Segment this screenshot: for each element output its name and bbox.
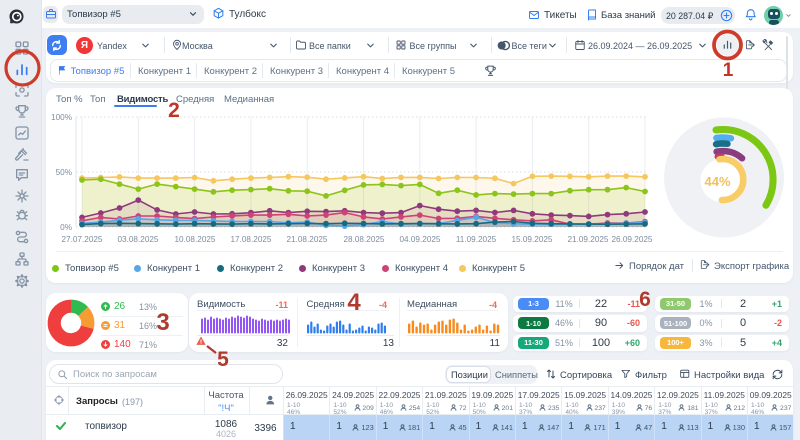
svg-text:44%: 44% — [704, 174, 730, 189]
